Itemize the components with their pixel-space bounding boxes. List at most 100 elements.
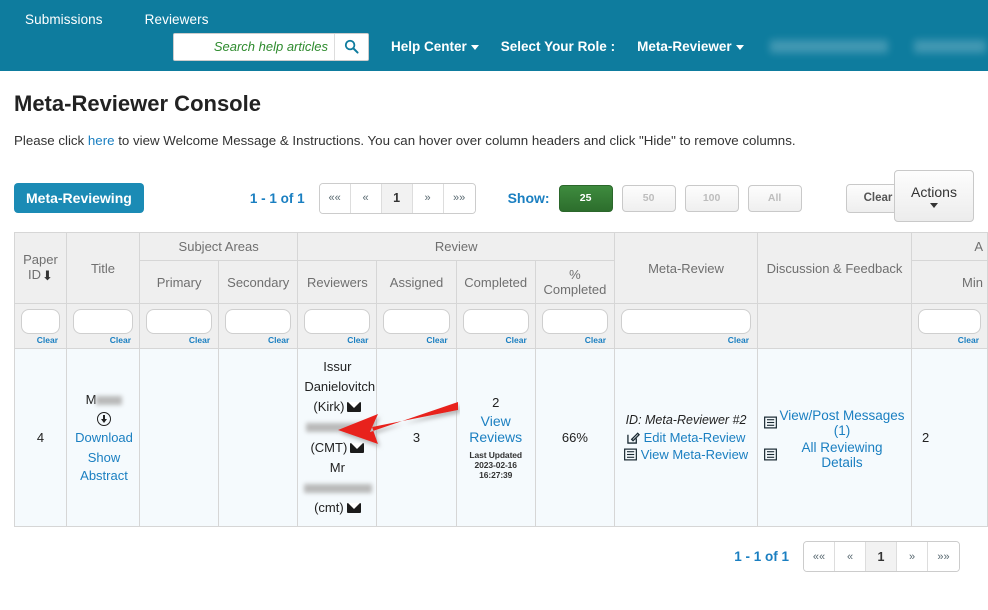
filter-cell-min: Clear xyxy=(912,304,988,349)
reviewer-entry-1: Issur Danielovitch (Kirk) xyxy=(304,357,370,417)
col-header-primary[interactable]: Primary xyxy=(140,261,219,304)
title-prefix: M xyxy=(86,392,97,407)
last-updated-value: 2023-02-16 16:27:39 xyxy=(474,460,516,480)
cell-assigned: 3 xyxy=(377,349,456,527)
filter-clear-completed[interactable]: Clear xyxy=(463,335,529,345)
filter-clear-secondary[interactable]: Clear xyxy=(225,335,291,345)
mail-icon[interactable] xyxy=(347,503,361,513)
help-center-label: Help Center xyxy=(391,39,467,54)
show-all-button[interactable]: All xyxy=(748,185,802,212)
filter-input-assigned[interactable] xyxy=(383,309,449,334)
nav-link-submissions[interactable]: Submissions xyxy=(25,12,103,27)
bottom-pager: 1 - 1 of 1 «« « 1 » »» xyxy=(14,541,974,572)
filter-cell-paper-id: Clear xyxy=(15,304,67,349)
filter-clear-title[interactable]: Clear xyxy=(73,335,133,345)
sort-descending-icon: ⬇ xyxy=(42,268,53,284)
download-link[interactable]: Download xyxy=(75,430,133,445)
download-icon xyxy=(97,412,111,426)
top-pagination: «« « 1 » »» xyxy=(319,183,476,214)
help-search-box[interactable] xyxy=(173,33,369,61)
edit-meta-review-row[interactable]: Edit Meta-Review xyxy=(621,430,751,445)
help-center-menu[interactable]: Help Center xyxy=(391,39,479,54)
show-abstract-link[interactable]: Show Abstract xyxy=(75,449,133,484)
actions-dropdown-button[interactable]: Actions xyxy=(894,170,974,222)
cell-primary-subject-area xyxy=(140,349,219,527)
filter-cell-secondary: Clear xyxy=(219,304,298,349)
filter-clear-min[interactable]: Clear xyxy=(918,335,981,345)
view-reviews-link[interactable]: View Reviews xyxy=(463,413,529,445)
view-meta-review-row[interactable]: View Meta-Review xyxy=(621,447,751,462)
filter-clear-reviewers[interactable]: Clear xyxy=(304,335,370,345)
pager-prev-button[interactable]: « xyxy=(351,184,382,213)
show-25-button[interactable]: 25 xyxy=(559,185,613,212)
col-header-meta-review[interactable]: Meta-Review xyxy=(615,233,758,304)
download-row[interactable] xyxy=(75,411,133,429)
filter-input-title[interactable] xyxy=(73,309,133,334)
edit-pencil-icon xyxy=(627,431,640,444)
view-post-messages-row[interactable]: View/Post Messages (1) xyxy=(764,408,905,438)
tab-meta-reviewing[interactable]: Meta-Reviewing xyxy=(14,183,144,213)
cell-title: M Download Show Abstract xyxy=(67,349,140,527)
col-header-completed[interactable]: Completed xyxy=(456,261,535,304)
col-header-paper-id[interactable]: Paper ID⬇ xyxy=(15,233,67,304)
pager-first-button[interactable]: «« xyxy=(320,184,351,213)
filter-input-reviewers[interactable] xyxy=(304,309,370,334)
col-header-title[interactable]: Title xyxy=(67,233,140,304)
col-header-secondary[interactable]: Secondary xyxy=(219,261,298,304)
filter-input-completed[interactable] xyxy=(463,309,529,334)
cell-discussion-feedback: View/Post Messages (1) All Reviewing Det… xyxy=(758,349,912,527)
role-selector[interactable]: Meta-Reviewer xyxy=(637,39,744,54)
pager-page-1-button[interactable]: 1 xyxy=(382,184,413,213)
mail-icon[interactable] xyxy=(350,443,364,453)
nav-link-reviewers[interactable]: Reviewers xyxy=(145,12,209,27)
show-50-button[interactable]: 50 xyxy=(622,185,676,212)
filter-input-secondary[interactable] xyxy=(225,309,291,334)
filter-clear-meta-review[interactable]: Clear xyxy=(621,335,751,345)
col-header-discussion-feedback[interactable]: Discussion & Feedback xyxy=(758,233,912,304)
bottom-pager-last-button[interactable]: »» xyxy=(928,542,959,571)
filter-clear-pct-completed[interactable]: Clear xyxy=(542,335,608,345)
filter-input-pct-completed[interactable] xyxy=(542,309,608,334)
col-group-review: Review xyxy=(298,233,615,261)
cell-paper-id: 4 xyxy=(15,349,67,527)
view-post-messages-link: View/Post Messages (1) xyxy=(779,408,905,438)
show-abstract-line-2: Abstract xyxy=(75,467,133,485)
search-input[interactable] xyxy=(174,34,334,60)
col-header-min[interactable]: Min xyxy=(912,261,988,304)
show-100-button[interactable]: 100 xyxy=(685,185,739,212)
cell-secondary-subject-area xyxy=(219,349,298,527)
filter-clear-paper-id[interactable]: Clear xyxy=(21,335,60,345)
submissions-table: Paper ID⬇ Title Subject Areas Review Met… xyxy=(14,232,988,527)
last-updated-text: Last Updated 2023-02-16 16:27:39 xyxy=(463,450,529,480)
pager-last-button[interactable]: »» xyxy=(444,184,475,213)
filter-input-min[interactable] xyxy=(918,309,981,334)
primary-nav: Submissions Reviewers xyxy=(0,0,988,30)
search-button[interactable] xyxy=(334,34,368,60)
redacted-title xyxy=(96,396,122,405)
filter-clear-assigned[interactable]: Clear xyxy=(383,335,449,345)
col-header-pct-completed[interactable]: % Completed xyxy=(535,261,614,304)
bottom-pager-next-button[interactable]: » xyxy=(897,542,928,571)
mail-icon[interactable] xyxy=(347,402,361,412)
filter-cell-pct-completed: Clear xyxy=(535,304,614,349)
bottom-pager-first-button[interactable]: «« xyxy=(804,542,835,571)
filter-input-meta-review[interactable] xyxy=(621,309,751,334)
instructions-here-link[interactable]: here xyxy=(88,133,115,148)
filter-input-paper-id[interactable] xyxy=(21,309,60,334)
filter-input-primary[interactable] xyxy=(146,309,212,334)
filter-clear-primary[interactable]: Clear xyxy=(146,335,212,345)
all-reviewing-details-row[interactable]: All Reviewing Details xyxy=(764,440,905,470)
cell-meta-review: ID: Meta-Reviewer #2 Edit Meta-Review xyxy=(615,349,758,527)
col-header-assigned[interactable]: Assigned xyxy=(377,261,456,304)
bottom-pager-page-1-button[interactable]: 1 xyxy=(866,542,897,571)
filter-cell-meta-review: Clear xyxy=(615,304,758,349)
pager-next-button[interactable]: » xyxy=(413,184,444,213)
col-header-reviewers[interactable]: Reviewers xyxy=(298,261,377,304)
cell-min: 2 xyxy=(912,349,988,527)
list-icon xyxy=(764,416,777,429)
redacted-reviewer-name-2 xyxy=(306,423,368,432)
page-body: Meta-Reviewer Console Please click here … xyxy=(0,91,988,572)
bottom-pager-prev-button[interactable]: « xyxy=(835,542,866,571)
reviewer-name-1: Issur Danielovitch (Kirk) xyxy=(304,359,375,414)
instructions-prefix: Please click xyxy=(14,133,88,148)
